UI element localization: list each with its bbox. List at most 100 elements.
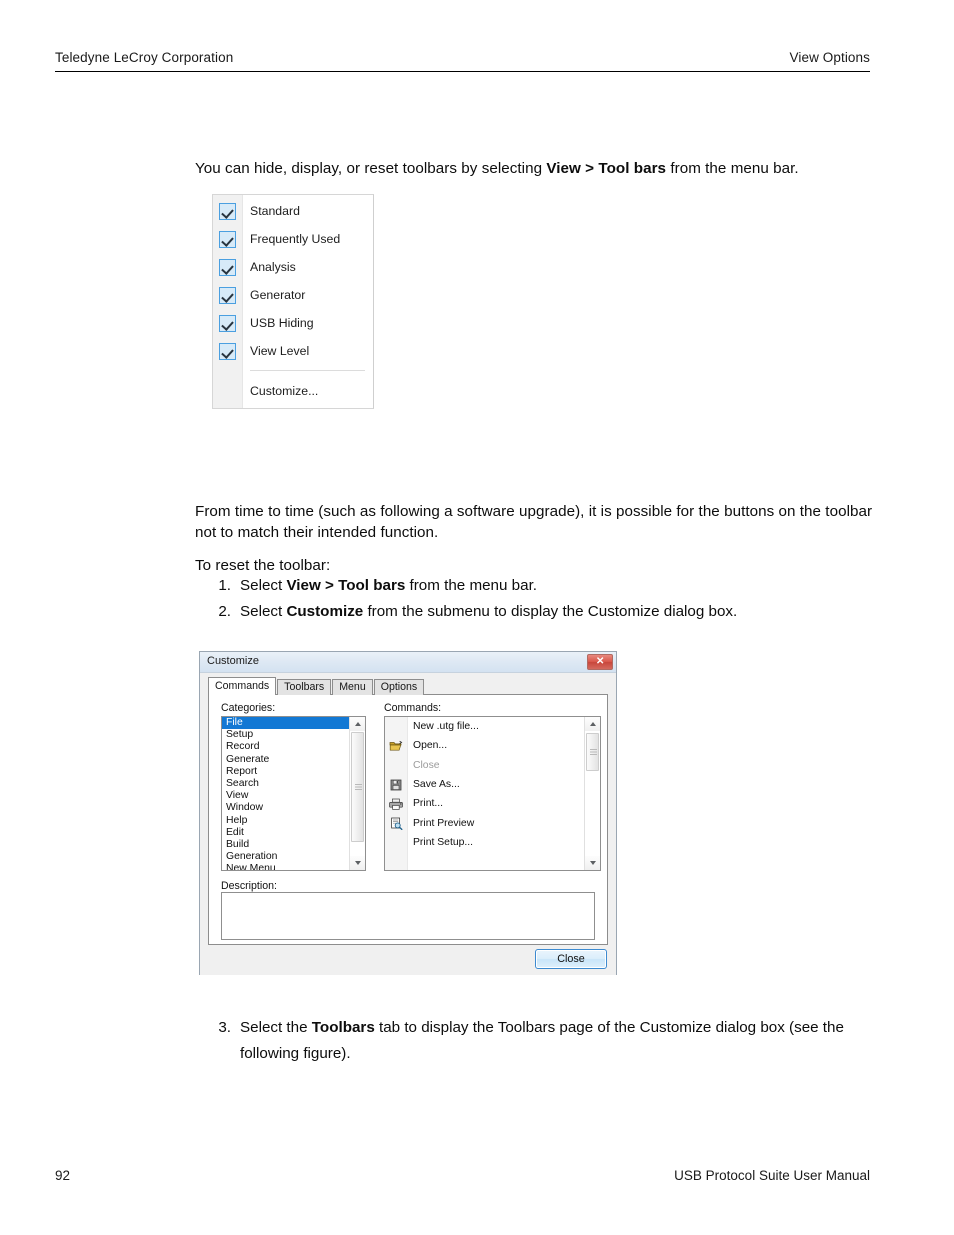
menu-item-label: USB Hiding [250, 316, 314, 330]
list-item[interactable]: Edit [222, 827, 350, 839]
list-item[interactable]: Print... [385, 794, 585, 813]
page-footer: 92 USB Protocol Suite User Manual [55, 1168, 870, 1183]
list-item[interactable]: View [222, 790, 350, 802]
list-item[interactable]: Generation [222, 851, 350, 863]
list-item: Close [385, 756, 585, 775]
categories-list: File Setup Record Generate Report Search… [222, 717, 350, 870]
list-item[interactable]: Open... [385, 736, 585, 755]
list-item[interactable]: New Menu [222, 863, 350, 870]
command-label: Print Setup... [413, 836, 474, 848]
menu-item-label: Customize... [250, 384, 319, 398]
list-item[interactable]: File [222, 717, 350, 730]
menu-item-usb-hiding[interactable]: USB Hiding [213, 309, 373, 337]
commands-tab-pane: Categories: File Setup Record Generate R… [208, 694, 608, 945]
step-text-bold: Customize [286, 603, 364, 620]
menu-item-frequently-used[interactable]: Frequently Used [213, 225, 373, 253]
categories-listbox[interactable]: File Setup Record Generate Report Search… [221, 716, 366, 871]
checkmark-icon[interactable] [219, 314, 236, 332]
list-item: 2. Select Customize from the submenu to … [209, 599, 889, 625]
print-preview-icon [385, 815, 407, 831]
checkmark-icon[interactable] [219, 202, 236, 220]
intro-text-bold: View > Tool bars [546, 160, 667, 178]
commands-scrollbar[interactable] [584, 717, 600, 870]
tab-commands[interactable]: Commands [208, 677, 277, 695]
list-item: 3. Select the Toolbars tab to display th… [209, 1015, 889, 1067]
menu-item-label: Generator [250, 288, 306, 302]
list-item[interactable]: Build [222, 839, 350, 851]
step-text-part1: Select [240, 603, 287, 620]
scroll-down-icon[interactable] [350, 856, 365, 870]
command-label: Print... [413, 798, 444, 810]
list-item[interactable]: Search [222, 778, 350, 790]
scrollbar-thumb[interactable] [351, 732, 364, 842]
command-label: Open... [413, 740, 448, 752]
list-item-number: 2. [218, 603, 231, 620]
list-item-number: 3. [218, 1019, 231, 1036]
reset-steps-list-part1: 1. Select View > Tool bars from the menu… [209, 573, 889, 625]
list-item[interactable]: Window [222, 802, 350, 814]
list-item[interactable]: Setup [222, 729, 350, 741]
menu-item-analysis[interactable]: Analysis [213, 253, 373, 281]
tab-options[interactable]: Options [373, 679, 425, 695]
list-item[interactable]: Save As... [385, 775, 585, 794]
no-icon [385, 834, 407, 850]
menu-separator [213, 365, 373, 376]
header-section: View Options [789, 50, 870, 65]
intro-text-part2: from the menu bar. [666, 160, 799, 178]
list-item[interactable]: Record [222, 741, 350, 753]
menu-item-label: Analysis [250, 260, 296, 274]
footer-manual-title: USB Protocol Suite User Manual [674, 1168, 870, 1183]
scrollbar-thumb[interactable] [586, 733, 599, 771]
menu-item-generator[interactable]: Generator [213, 281, 373, 309]
list-item-text: Select View > Tool bars from the menu ba… [240, 573, 889, 599]
step-text-part2: from the submenu to display the Customiz… [363, 603, 738, 620]
no-icon [385, 757, 407, 773]
list-item: 1. Select View > Tool bars from the menu… [209, 573, 889, 599]
menu-item-label: View Level [250, 344, 310, 358]
menu-item-standard[interactable]: Standard [213, 197, 373, 225]
menu-item-customize[interactable]: Customize... [213, 376, 373, 406]
toolbars-submenu-figure: Standard Frequently Used Analysis Genera… [212, 194, 374, 409]
close-button[interactable]: Close [535, 949, 607, 969]
checkmark-icon[interactable] [219, 258, 236, 276]
floppy-disk-icon [385, 777, 407, 793]
step-text-bold: Toolbars [311, 1019, 375, 1036]
page-header: Teledyne LeCroy Corporation View Options [55, 50, 870, 72]
list-item[interactable]: New .utg file... [385, 717, 585, 736]
scroll-up-icon[interactable] [585, 717, 600, 731]
menu-separator-line [250, 370, 365, 371]
scroll-up-icon[interactable] [350, 717, 365, 731]
list-item[interactable]: Help [222, 815, 350, 827]
step-text-bold: View > Tool bars [286, 577, 406, 594]
list-item[interactable]: Print Setup... [385, 833, 585, 852]
commands-label: Commands: [384, 702, 442, 714]
commands-list: New .utg file... Open... Close Save As..… [385, 717, 585, 870]
scroll-down-icon[interactable] [585, 856, 600, 870]
tab-menu[interactable]: Menu [332, 679, 373, 695]
intro-paragraph: You can hide, display, or reset toolbars… [195, 158, 875, 179]
page-number: 92 [55, 1168, 71, 1183]
checkmark-icon[interactable] [219, 230, 236, 248]
checkmark-icon[interactable] [219, 342, 236, 360]
tab-toolbars[interactable]: Toolbars [277, 679, 332, 695]
list-item[interactable]: Print Preview [385, 813, 585, 832]
description-box [221, 892, 595, 940]
menu-item-view-level[interactable]: View Level [213, 337, 373, 365]
close-icon[interactable]: ✕ [587, 654, 613, 670]
reset-steps-list-part2: 3. Select the Toolbars tab to display th… [209, 1015, 889, 1067]
step-text-part1: Select the [240, 1019, 312, 1036]
checkmark-icon[interactable] [219, 286, 236, 304]
list-item[interactable]: Generate [222, 754, 350, 766]
header-rule [55, 70, 870, 72]
dialog-title-bar: Customize ✕ [200, 652, 616, 673]
dialog-body: Commands Toolbars Menu Options Categorie… [200, 673, 616, 975]
commands-listbox[interactable]: New .utg file... Open... Close Save As..… [384, 716, 601, 871]
list-item-number: 1. [218, 577, 231, 594]
command-label: Print Preview [413, 817, 475, 829]
categories-scrollbar[interactable] [349, 717, 365, 870]
menu-item-label: Frequently Used [250, 232, 341, 246]
list-item[interactable]: Report [222, 766, 350, 778]
manual-page: Teledyne LeCroy Corporation View Options… [0, 0, 954, 1235]
no-icon [385, 719, 407, 735]
command-label: Save As... [413, 779, 460, 791]
